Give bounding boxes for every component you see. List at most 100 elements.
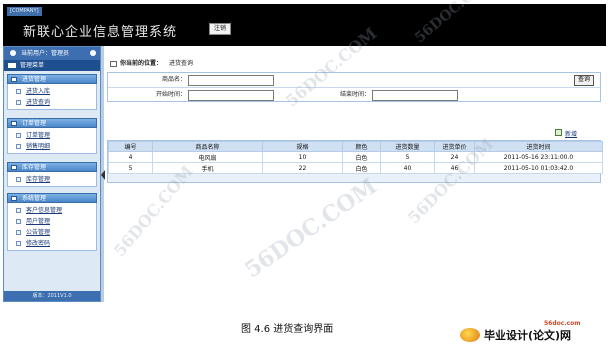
menu-group-title-label: 进货管理 [22, 76, 47, 83]
menu-group-orders: 订单管理 订单管理 销售明细 [7, 118, 97, 154]
location-page: 进货查询 [169, 60, 194, 67]
location-icon [110, 61, 117, 67]
table-cell: 手机 [152, 162, 263, 174]
table-cell: 白色 [342, 151, 381, 163]
page-icon [16, 219, 21, 224]
column-header-purchase-time: 进货时间 [474, 141, 603, 152]
search-row-product: 商品名： 查询 [108, 73, 600, 87]
page-icon [16, 89, 21, 94]
table-cell: 5 [108, 162, 153, 174]
page-icon [16, 133, 21, 138]
column-header-quantity: 进货数量 [380, 141, 435, 152]
sidebar: 当前用户：管理员 管理菜单 进货管理 进货入库 进货查询 订单管理 订单管理 销… [3, 46, 101, 302]
current-user-label: 当前用户：管理员 [21, 50, 70, 57]
add-link[interactable]: 新增 [565, 129, 577, 138]
menu-group-system: 系统管理 客户信息管理 用户管理 公告管理 修改密码 [7, 193, 97, 251]
sidebar-item-label: 用户管理 [26, 218, 51, 225]
page-icon [16, 230, 21, 235]
sidebar-item-purchase-stock-in[interactable]: 进货入库 [8, 86, 96, 97]
start-time-label: 开始时间： [155, 91, 186, 98]
menu-icon [8, 63, 16, 68]
main-content: 你当前的位置： 进货查询 商品名： 查询 开始时间： 结束时间： 新增 编号 商… [105, 57, 605, 302]
end-time-label: 结束时间： [339, 91, 370, 98]
folder-icon [11, 196, 17, 201]
menu-title: 管理菜单 [20, 62, 45, 69]
sidebar-item-purchase-query[interactable]: 进货查询 [8, 97, 96, 108]
folder-icon [11, 165, 17, 170]
table-cell: 电风扇 [152, 151, 263, 163]
menu-group-purchase: 进货管理 进货入库 进货查询 [7, 74, 97, 110]
column-header-unit-price: 进货单价 [434, 141, 475, 152]
sidebar-item-user-management[interactable]: 用户管理 [8, 216, 96, 227]
brand-logo-block: 56doc.com 毕业设计(论文)网 [460, 320, 610, 344]
sidebar-item-label: 进货入库 [26, 88, 51, 95]
column-header-product-name: 商品名称 [152, 141, 263, 152]
folder-icon [11, 121, 17, 126]
table-row[interactable]: 4 电风扇 10 白色 5 24 2011-05-16 23:11:00.0 [108, 151, 603, 163]
sidebar-item-customer-info[interactable]: 客户信息管理 [8, 205, 96, 216]
table-cell: 22 [262, 162, 343, 174]
breadcrumb: 你当前的位置： 进货查询 [105, 59, 605, 69]
table-cell: 24 [434, 151, 475, 163]
sidebar-item-announcements[interactable]: 公告管理 [8, 227, 96, 238]
table-cell: 46 [434, 162, 475, 174]
menu-group-title-label: 系统管理 [22, 195, 47, 202]
page-icon [16, 241, 21, 246]
sidebar-item-label: 公告管理 [26, 229, 51, 236]
menu-group-title[interactable]: 系统管理 [7, 193, 97, 203]
sidebar-item-label: 销售明细 [26, 143, 51, 150]
version-label: 版本：2011V1.0 [4, 291, 100, 301]
add-icon[interactable] [555, 129, 562, 136]
sidebar-item-label: 订单管理 [26, 132, 51, 139]
page-icon [16, 144, 21, 149]
brand-url: 56doc.com [544, 320, 581, 327]
sidebar-item-label: 进货查询 [26, 99, 51, 106]
table-header-row: 编号 商品名称 规格 颜色 进货数量 进货单价 进货时间 [108, 141, 603, 152]
sidebar-item-label: 库存管理 [26, 176, 51, 183]
start-time-input[interactable] [188, 90, 274, 101]
product-name-input[interactable] [188, 75, 274, 86]
search-panel: 商品名： 查询 开始时间： 结束时间： [107, 72, 601, 102]
product-name-label: 商品名： [161, 76, 186, 83]
table-footer [108, 174, 600, 182]
app-title: 新联心企业信息管理系统 [23, 25, 178, 40]
sidebar-item-inventory-management[interactable]: 库存管理 [8, 174, 96, 185]
folder-icon [11, 77, 17, 82]
logout-button[interactable]: 注销 [209, 23, 232, 35]
search-row-time: 开始时间： 结束时间： [108, 88, 600, 102]
brand-name: 毕业设计(论文)网 [484, 329, 572, 342]
menu-group-title-label: 库存管理 [22, 164, 47, 171]
sidebar-item-label: 客户信息管理 [26, 207, 63, 214]
page-icon [16, 208, 21, 213]
current-user-bar: 当前用户：管理员 [4, 47, 100, 60]
column-header-spec: 规格 [262, 141, 343, 152]
menu-header: 管理菜单 [4, 60, 100, 71]
menu-group-title[interactable]: 库存管理 [7, 162, 97, 172]
menu-group-inventory: 库存管理 库存管理 [7, 162, 97, 187]
table-cell: 5 [380, 151, 435, 163]
table-cell: 白色 [342, 162, 381, 174]
table-cell: 4 [108, 151, 153, 163]
menu-group-title[interactable]: 订单管理 [7, 118, 97, 128]
end-time-input[interactable] [372, 90, 458, 101]
table-row[interactable]: 5 手机 22 白色 40 46 2011-05-10 01:03:42.0 [108, 162, 603, 174]
menu-group-title[interactable]: 进货管理 [7, 74, 97, 84]
brand-logo-icon [460, 328, 480, 342]
screenshot-page: [COMPANY] 新联心企业信息管理系统 注销 当前用户：管理员 管理菜单 进… [0, 0, 614, 349]
pin-icon [10, 50, 16, 56]
purchase-table: 编号 商品名称 规格 颜色 进货数量 进货单价 进货时间 4 电风扇 10 白色 [107, 140, 603, 183]
sidebar-item-label: 修改密码 [26, 240, 51, 247]
figure-caption: 图 4.6 进货查询界面 [241, 324, 334, 335]
location-label: 你当前的位置： [120, 60, 163, 67]
search-button[interactable]: 查询 [574, 75, 595, 86]
sidebar-item-change-password[interactable]: 修改密码 [8, 238, 96, 249]
table-cell: 2011-05-10 01:03:42.0 [474, 162, 603, 174]
column-header-color: 颜色 [342, 141, 381, 152]
column-header-id: 编号 [108, 141, 153, 152]
page-icon [16, 177, 21, 182]
app-header: [COMPANY] 新联心企业信息管理系统 注销 [3, 4, 606, 46]
sidebar-item-sales-detail[interactable]: 销售明细 [8, 141, 96, 152]
sidebar-item-order-management[interactable]: 订单管理 [8, 130, 96, 141]
page-icon [16, 100, 21, 105]
menu-group-title-label: 订单管理 [22, 120, 47, 127]
